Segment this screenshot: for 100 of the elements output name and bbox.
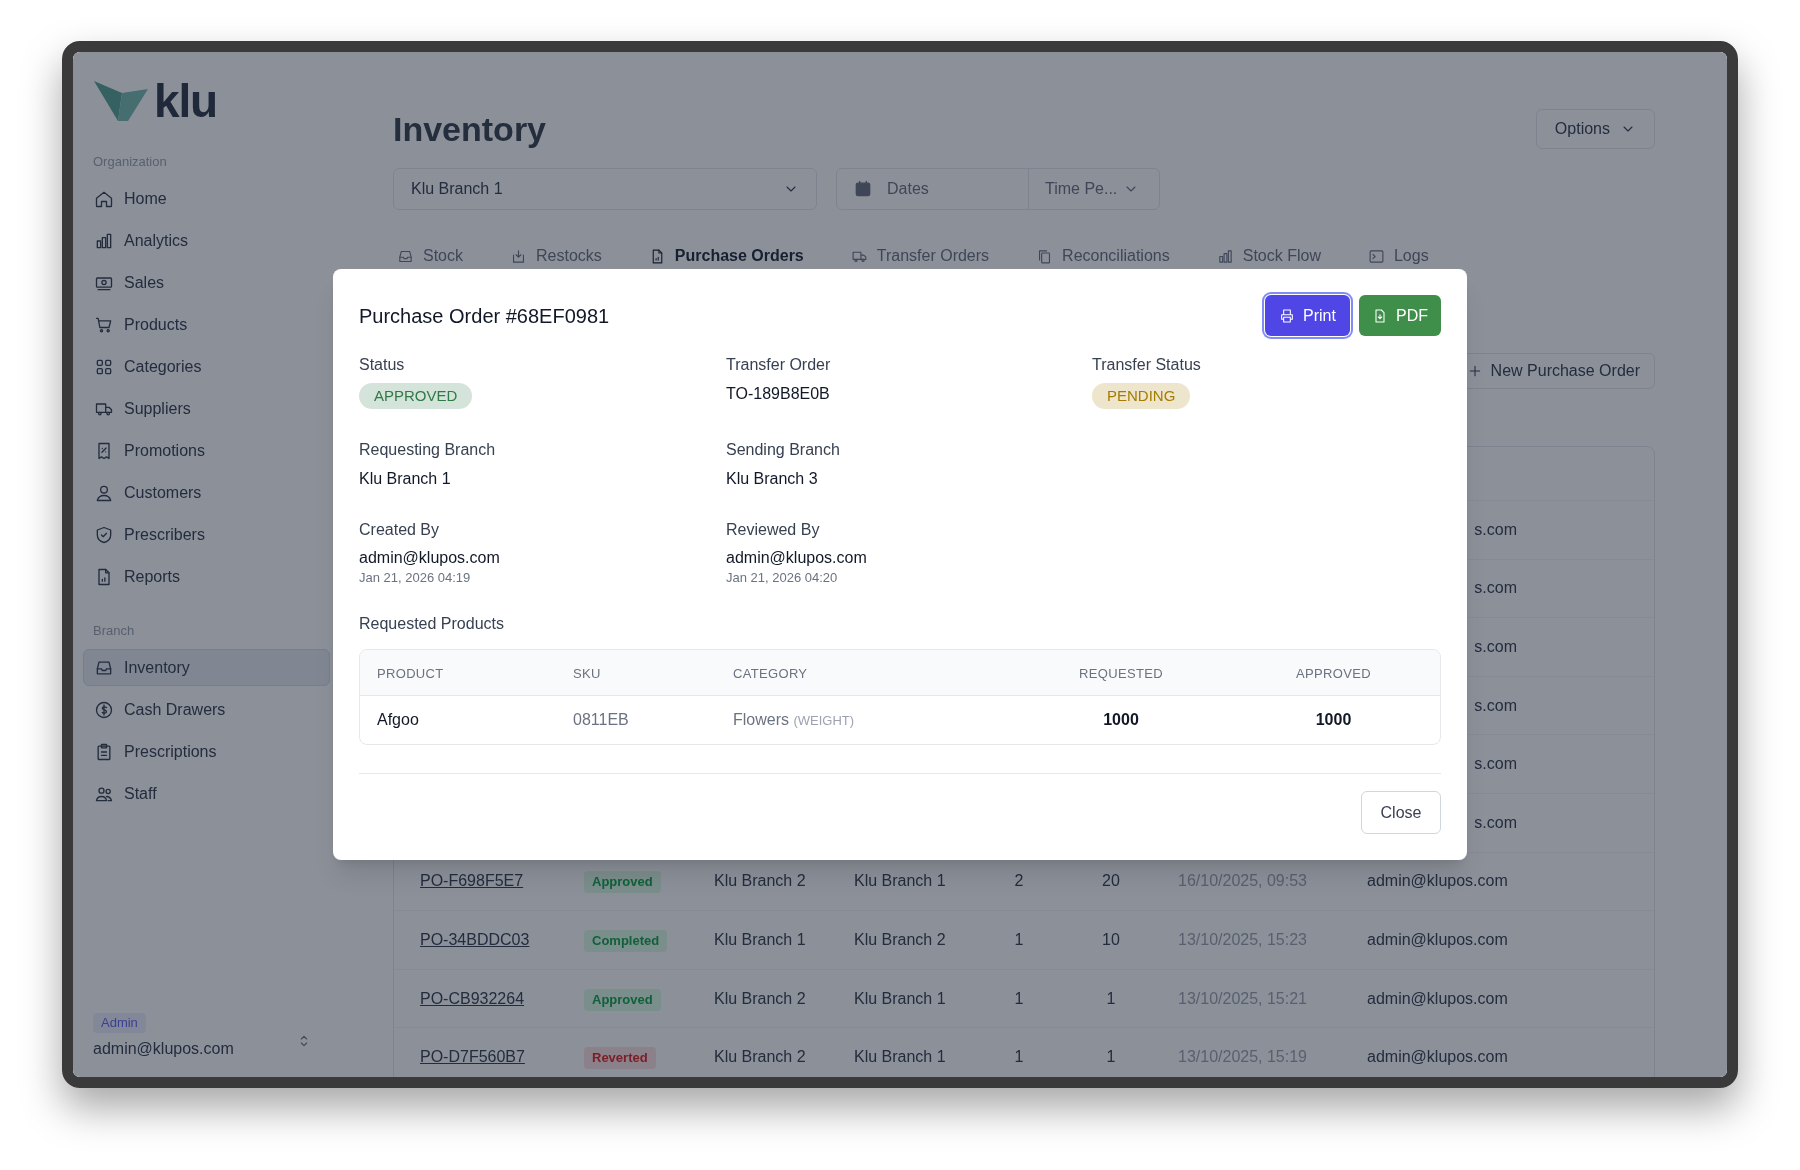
po-link[interactable]: PO-D7F560B7 xyxy=(420,1048,525,1066)
table-cell: admin@klupos.com xyxy=(1367,989,1508,1007)
table-cell: 1 xyxy=(1014,1048,1024,1066)
sidebar-item[interactable]: Analytics xyxy=(83,222,330,259)
field-value: admin@klupos.com xyxy=(726,548,867,568)
sidebar-item[interactable]: Prescribers xyxy=(83,516,330,553)
sidebar-item[interactable]: Reports xyxy=(83,558,330,595)
table-cell: Klu Branch 2 xyxy=(854,930,946,948)
column-header: REQUESTED xyxy=(1079,665,1163,681)
field-label: Transfer Order xyxy=(726,355,831,375)
table-cell: Klu Branch 1 xyxy=(854,872,946,890)
shield-check-icon xyxy=(94,524,114,545)
sidebar-item[interactable]: Promotions xyxy=(83,432,330,469)
field-label: Requesting Branch xyxy=(359,440,496,460)
table-cell: Afgoo xyxy=(377,711,419,728)
column-header: CATEGORY xyxy=(733,665,808,681)
table-cell: admin@klupos.com xyxy=(1367,872,1508,890)
po-link[interactable]: PO-CB932264 xyxy=(420,989,525,1007)
status-badge: APPROVED xyxy=(359,383,473,409)
table-cell: 1000 xyxy=(1103,711,1139,728)
print-button[interactable]: Print xyxy=(1265,295,1350,336)
status-badge: Approved xyxy=(584,871,661,894)
tab[interactable]: Restocks xyxy=(510,246,602,266)
table-cell: 1 xyxy=(1014,930,1024,948)
field-value: Klu Branch 3 xyxy=(726,469,818,489)
sidebar-item[interactable]: Customers xyxy=(83,474,330,511)
table-cell: 0811EB xyxy=(573,711,629,728)
table-cell: 1 xyxy=(1014,989,1024,1007)
table-cell: Klu Branch 2 xyxy=(714,1048,806,1066)
po-link[interactable]: PO-F698F5E7 xyxy=(420,872,524,890)
printer-icon xyxy=(1279,307,1296,324)
table-cell: 10 xyxy=(1102,930,1120,948)
download-box-icon xyxy=(510,247,527,265)
table-cell: 1 xyxy=(1106,989,1116,1007)
table-cell: Klu Branch 1 xyxy=(854,1048,946,1066)
status-badge: Approved xyxy=(584,988,661,1011)
field-label: Sending Branch xyxy=(726,440,840,460)
logo-text: klu xyxy=(154,79,217,123)
pdf-button[interactable]: PDF xyxy=(1359,295,1441,336)
dollar-coin-icon xyxy=(94,699,114,720)
branch-select[interactable]: Klu Branch 1 xyxy=(393,168,817,210)
field-value: TO-189B8E0B xyxy=(726,384,830,404)
table-cell: s.com xyxy=(1474,755,1517,773)
close-button[interactable]: Close xyxy=(1361,791,1441,834)
column-header: APPROVED xyxy=(1296,665,1371,681)
tab[interactable]: Logs xyxy=(1367,246,1429,266)
table-cell: 20 xyxy=(1102,872,1120,890)
table-cell: s.com xyxy=(1474,813,1517,831)
sidebar-item[interactable]: Cash Drawers xyxy=(83,691,330,728)
table-cell: s.com xyxy=(1474,520,1517,538)
field-label: Created By xyxy=(359,520,440,540)
table-cell: s.com xyxy=(1474,696,1517,714)
bar-chart-icon xyxy=(1216,247,1234,265)
sidebar-item[interactable]: Suppliers xyxy=(83,390,330,427)
table-cell: 1000 xyxy=(1315,711,1352,728)
field-label: Reviewed By xyxy=(726,520,820,540)
status-badge: Reverted xyxy=(584,1047,656,1070)
terminal-icon xyxy=(1367,247,1385,265)
field-label: Transfer Status xyxy=(1092,355,1201,375)
field-value: Klu Branch 1 xyxy=(359,469,451,489)
column-header: PRODUCT xyxy=(377,665,444,681)
sidebar-item[interactable]: Inventory xyxy=(83,649,330,686)
timestamp: Jan 21, 2026 04:19 xyxy=(359,569,471,587)
file-download-icon xyxy=(1372,307,1388,324)
section-title: Requested Products xyxy=(359,614,505,634)
column-header: SKU xyxy=(573,665,601,681)
table-cell: s.com xyxy=(1474,638,1517,655)
po-link[interactable]: PO-34BDDC03 xyxy=(420,930,530,948)
table-cell: 1 xyxy=(1106,1048,1116,1066)
tab[interactable]: Stock xyxy=(397,246,463,266)
table-cell: admin@klupos.com xyxy=(1367,1048,1508,1066)
table-cell: Klu Branch 1 xyxy=(854,989,946,1007)
sidebar-item[interactable]: Sales xyxy=(83,264,330,301)
sidebar-item[interactable]: Staff xyxy=(83,775,330,812)
options-button[interactable]: Options xyxy=(1535,109,1655,149)
table-cell: Klu Branch 2 xyxy=(714,872,806,890)
sidebar-item[interactable]: Home xyxy=(83,180,330,217)
sidebar-item[interactable]: Products xyxy=(83,306,330,343)
user-email: admin@klupos.com xyxy=(93,1039,234,1059)
page-title: Inventory xyxy=(393,109,547,150)
table-cell: 2 xyxy=(1014,872,1024,890)
tab[interactable]: Purchase Orders xyxy=(648,246,804,266)
leaf-logo-icon xyxy=(92,79,150,123)
sidebar-item[interactable]: Prescriptions xyxy=(83,733,330,770)
field-value: admin@klupos.com xyxy=(359,548,500,568)
sidebar-item[interactable]: Categories xyxy=(83,348,330,385)
table-cell: Flowers (WEIGHT) xyxy=(733,711,855,728)
role-badge: Admin xyxy=(93,1013,146,1033)
timestamp: Jan 21, 2026 04:20 xyxy=(726,569,838,587)
table-cell: s.com xyxy=(1474,579,1517,597)
status-badge: Completed xyxy=(584,929,668,952)
status-badge: PENDING xyxy=(1092,383,1191,409)
tab[interactable]: Stock Flow xyxy=(1216,246,1321,266)
tab[interactable]: Transfer Orders xyxy=(850,246,990,266)
dialog-title: Purchase Order #68EF0981 xyxy=(359,303,610,329)
table-cell: Klu Branch 2 xyxy=(714,989,806,1007)
table-cell: Klu Branch 1 xyxy=(714,930,806,948)
field-label: Status xyxy=(359,355,405,375)
table-cell: admin@klupos.com xyxy=(1367,930,1508,948)
tab[interactable]: Reconciliations xyxy=(1036,246,1170,266)
